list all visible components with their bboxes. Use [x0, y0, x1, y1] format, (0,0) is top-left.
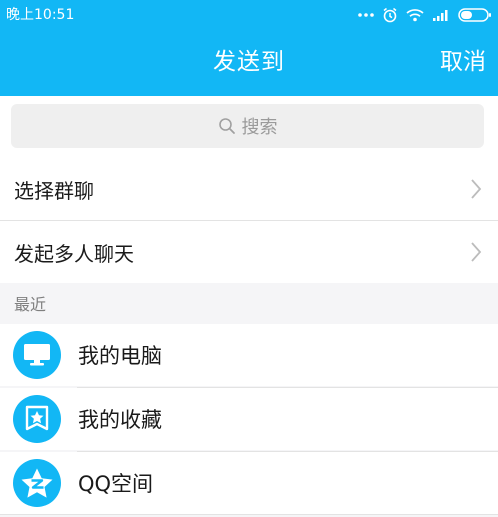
recent-item-label: 我的电脑	[78, 344, 162, 368]
search-icon	[218, 117, 236, 135]
select-group-chat-row[interactable]: 选择群聊	[0, 158, 498, 220]
start-multi-chat-label: 发起多人聊天	[14, 241, 134, 266]
qzone-star-icon	[13, 459, 61, 507]
divider	[0, 514, 498, 515]
search-placeholder: 搜索	[241, 117, 278, 138]
battery-icon	[458, 8, 492, 22]
search-bar: 搜索	[0, 96, 498, 158]
favorites-icon	[13, 395, 61, 443]
chevron-right-icon	[470, 241, 482, 263]
recent-item-qzone[interactable]: QQ空间	[0, 452, 498, 514]
recent-item-label: 我的收藏	[78, 408, 162, 432]
more-dots-icon	[358, 12, 374, 18]
select-group-chat-label: 选择群聊	[14, 178, 94, 203]
page-title: 发送到	[213, 49, 285, 75]
alarm-icon	[382, 7, 398, 23]
recent-section-header: 最近	[0, 284, 498, 324]
search-input[interactable]: 搜索	[11, 104, 484, 148]
share-to-screen: 晚上10:51 发送到 取消 搜索 选择群聊 发起多人聊天 最近 我的电脑 我的…	[0, 0, 498, 517]
recent-item-my-computer[interactable]: 我的电脑	[0, 324, 498, 386]
status-bar: 晚上10:51	[0, 0, 498, 30]
wifi-icon	[406, 8, 424, 22]
signal-icon	[432, 8, 450, 22]
chevron-right-icon	[470, 178, 482, 200]
recent-item-my-favorites[interactable]: 我的收藏	[0, 388, 498, 450]
start-multi-chat-row[interactable]: 发起多人聊天	[0, 221, 498, 283]
status-icons	[358, 5, 492, 25]
cancel-button[interactable]: 取消	[440, 47, 486, 77]
title-bar: 发送到 取消	[0, 30, 498, 96]
status-time: 晚上10:51	[6, 7, 75, 23]
recent-item-label: QQ空间	[78, 472, 154, 496]
computer-icon	[13, 331, 61, 379]
